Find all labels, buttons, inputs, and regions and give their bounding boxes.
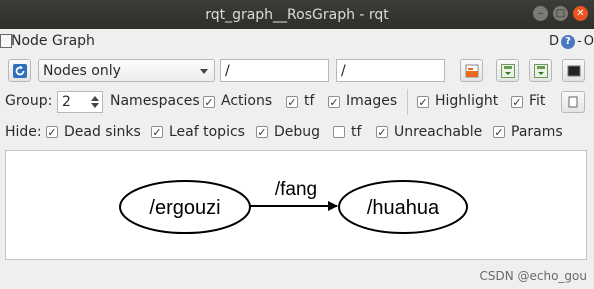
hide-label: Hide:: [5, 124, 42, 140]
chevron-down-icon: [200, 69, 208, 74]
save-svg-icon: [533, 63, 548, 78]
plugin-header-controls: D ? - O: [549, 34, 594, 49]
close-plugin-button[interactable]: O: [584, 34, 594, 49]
unreachable-label: Unreachable: [394, 124, 483, 140]
debug-label: Debug: [274, 124, 321, 140]
tf-checkbox[interactable]: [286, 96, 298, 108]
window-title: rqt_graph__RosGraph - rqt: [205, 6, 389, 23]
plugin-header: Node Graph D ? - O: [0, 30, 594, 54]
fit-checkbox[interactable]: [511, 96, 523, 108]
fit-label: Fit: [529, 93, 546, 109]
save-svg-button[interactable]: [529, 59, 552, 82]
help-icon[interactable]: ?: [561, 34, 576, 49]
highlight-label: Highlight: [435, 93, 499, 109]
screenshot-icon: [567, 65, 580, 76]
images-checkbox[interactable]: [328, 96, 340, 108]
save-dot-button[interactable]: [496, 59, 519, 82]
folder-open-icon: [465, 64, 478, 77]
refresh-button[interactable]: [8, 59, 31, 82]
topic-filter-input[interactable]: [336, 59, 445, 82]
graph-svg: /ergouzi /huahua /fang: [119, 179, 468, 234]
close-icon: ✕: [576, 8, 585, 19]
refresh-icon: [12, 63, 27, 78]
leaf-topics-label: Leaf topics: [169, 124, 245, 140]
graph-node-label: /huahua: [367, 197, 440, 219]
spin-down-icon[interactable]: [91, 103, 99, 108]
close-window-button[interactable]: ✕: [573, 6, 588, 21]
unreachable-checkbox[interactable]: [376, 126, 388, 138]
fit-view-button[interactable]: [561, 91, 585, 113]
screenshot-button[interactable]: [562, 59, 585, 82]
dock-button[interactable]: D: [549, 34, 559, 49]
images-label: Images: [346, 93, 398, 109]
plugin-title: Node Graph: [11, 33, 95, 49]
edge-topic-label: /fang: [275, 179, 317, 200]
debug-checkbox[interactable]: [256, 126, 268, 138]
fit-view-icon: [568, 96, 578, 108]
highlight-checkbox[interactable]: [417, 96, 429, 108]
spin-up-icon[interactable]: [91, 96, 99, 101]
graph-canvas[interactable]: /ergouzi /huahua /fang: [5, 150, 587, 260]
leaf-topics-checkbox[interactable]: [151, 126, 163, 138]
actions-checkbox[interactable]: [203, 96, 215, 108]
group-label: Group:: [5, 93, 53, 109]
load-dot-button[interactable]: [460, 59, 483, 82]
params-checkbox[interactable]: [493, 126, 505, 138]
hide-tf-label: tf: [351, 124, 362, 140]
save-dot-icon: [500, 63, 515, 78]
window-titlebar: rqt_graph__RosGraph - rqt – □ ✕: [0, 0, 594, 29]
maximize-icon: □: [555, 8, 566, 19]
node-filter-input[interactable]: [220, 59, 329, 82]
params-label: Params: [511, 124, 563, 140]
tf-label: tf: [304, 93, 315, 109]
graph-mode-value: Nodes only: [43, 62, 121, 79]
dead-sinks-checkbox[interactable]: [46, 126, 58, 138]
graph-node-label: /ergouzi: [149, 197, 220, 219]
actions-label: Actions: [221, 93, 273, 109]
graph-mode-select[interactable]: Nodes only: [38, 59, 215, 82]
minimize-icon: –: [538, 8, 543, 19]
group-spinbox[interactable]: 2: [57, 91, 103, 113]
hide-tf-checkbox[interactable]: [333, 126, 345, 138]
maximize-button[interactable]: □: [553, 6, 568, 21]
minimize-button[interactable]: –: [533, 6, 548, 21]
group-value: 2: [62, 94, 71, 110]
watermark: CSDN @echo_gou: [479, 269, 587, 283]
dead-sinks-label: Dead sinks: [64, 124, 141, 140]
hide-dash[interactable]: -: [577, 34, 582, 49]
toolbar-separator: [407, 89, 408, 115]
namespaces-label: Namespaces: [110, 93, 200, 109]
